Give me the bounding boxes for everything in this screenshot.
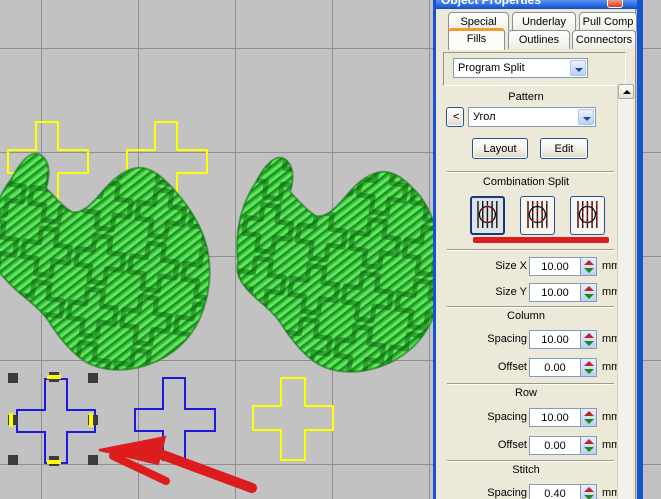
- spin-down-icon[interactable]: [584, 447, 594, 452]
- spin-down-icon[interactable]: [584, 419, 594, 424]
- panel-title: Object Properties: [441, 0, 542, 7]
- fill-style-select[interactable]: Program Split: [453, 58, 588, 78]
- column-offset-spinner[interactable]: [580, 359, 596, 376]
- stitch-spacing-field[interactable]: [529, 484, 597, 499]
- size-y-label: Size Y: [495, 286, 527, 298]
- row-section-label: Row: [514, 387, 537, 399]
- selection-handle[interactable]: [8, 373, 18, 383]
- row-offset-input[interactable]: [530, 437, 580, 454]
- spin-down-icon[interactable]: [584, 369, 594, 374]
- pattern-prev-button[interactable]: <: [446, 107, 464, 127]
- size-y-input[interactable]: [530, 284, 580, 301]
- column-spacing-input[interactable]: [530, 331, 580, 348]
- row-offset-field[interactable]: [529, 436, 597, 455]
- combination-split-option-1[interactable]: [470, 196, 505, 235]
- spin-down-icon[interactable]: [584, 268, 594, 273]
- column-offset-field[interactable]: [529, 358, 597, 377]
- edit-button[interactable]: Edit: [540, 138, 588, 159]
- size-x-label: Size X: [495, 260, 527, 272]
- spin-up-icon[interactable]: [584, 439, 594, 444]
- combination-split-option-3[interactable]: [570, 196, 605, 235]
- tab-outlines[interactable]: Outlines: [508, 30, 570, 49]
- chevron-down-icon[interactable]: [570, 60, 586, 76]
- pattern-section-label: Pattern: [508, 91, 544, 103]
- size-x-field[interactable]: [529, 257, 597, 276]
- chevron-down-icon[interactable]: [578, 109, 594, 125]
- spin-up-icon[interactable]: [584, 411, 594, 416]
- column-offset-input[interactable]: [530, 359, 580, 376]
- row-spacing-input[interactable]: [530, 409, 580, 426]
- spin-up-icon[interactable]: [584, 260, 594, 265]
- column-spacing-spinner[interactable]: [580, 331, 596, 348]
- panel-titlebar[interactable]: Object Properties: [436, 0, 637, 9]
- panel-scrollbar[interactable]: [617, 84, 634, 499]
- separator: [447, 306, 614, 308]
- tab-underlay[interactable]: Underlay: [512, 12, 576, 31]
- combination-split-section-label: Combination Split: [482, 176, 570, 188]
- spin-down-icon[interactable]: [584, 495, 594, 499]
- row-spacing-field[interactable]: [529, 408, 597, 427]
- object-properties-panel: Object Properties Special Underlay Pull …: [433, 0, 643, 499]
- pattern-value: Угол: [473, 111, 496, 123]
- selection-handle[interactable]: [88, 373, 98, 383]
- tab-fills[interactable]: Fills: [448, 28, 505, 50]
- scroll-up-icon[interactable]: [618, 84, 634, 99]
- column-spacing-field[interactable]: [529, 330, 597, 349]
- separator: [447, 383, 614, 385]
- fill-style-value: Program Split: [458, 62, 525, 74]
- spin-up-icon[interactable]: [584, 333, 594, 338]
- row-spacing-label: Spacing: [487, 411, 527, 423]
- combination-split-dashed-lines-icon: [527, 201, 548, 228]
- app-window: Object Properties Special Underlay Pull …: [0, 0, 661, 499]
- spin-up-icon[interactable]: [584, 286, 594, 291]
- spin-up-icon[interactable]: [584, 361, 594, 366]
- stitch-spacing-spinner[interactable]: [580, 485, 596, 499]
- combination-split-solid-lines-icon: [477, 201, 498, 228]
- selection-handle[interactable]: [8, 455, 18, 465]
- spin-up-icon[interactable]: [584, 487, 594, 492]
- combination-split-option-2[interactable]: [520, 196, 555, 235]
- size-y-spinner[interactable]: [580, 284, 596, 301]
- row-offset-label: Offset: [497, 439, 527, 451]
- column-section-label: Column: [507, 310, 545, 322]
- layout-button[interactable]: Layout: [472, 138, 528, 159]
- stitch-spacing-input[interactable]: [530, 485, 580, 499]
- row-offset-spinner[interactable]: [580, 437, 596, 454]
- spin-down-icon[interactable]: [584, 341, 594, 346]
- row-spacing-spinner[interactable]: [580, 409, 596, 426]
- separator: [447, 249, 614, 251]
- separator: [447, 171, 614, 173]
- column-spacing-label: Spacing: [487, 333, 527, 345]
- combination-split-dense-dashed-lines-icon: [577, 201, 598, 228]
- spin-down-icon[interactable]: [584, 294, 594, 299]
- tab-pull-comp[interactable]: Pull Comp: [579, 12, 637, 31]
- pattern-select[interactable]: Угол: [468, 107, 596, 127]
- column-offset-label: Offset: [497, 361, 527, 373]
- size-x-input[interactable]: [530, 258, 580, 275]
- stitch-spacing-label: Spacing: [487, 487, 527, 499]
- stitch-section-label: Stitch: [512, 464, 540, 476]
- selection-handle[interactable]: [88, 455, 98, 465]
- size-x-spinner[interactable]: [580, 258, 596, 275]
- tab-connectors[interactable]: Connectors: [572, 30, 636, 49]
- annotation-underline: [473, 237, 609, 243]
- close-icon[interactable]: [607, 0, 623, 8]
- size-y-field[interactable]: [529, 283, 597, 302]
- separator: [447, 460, 614, 462]
